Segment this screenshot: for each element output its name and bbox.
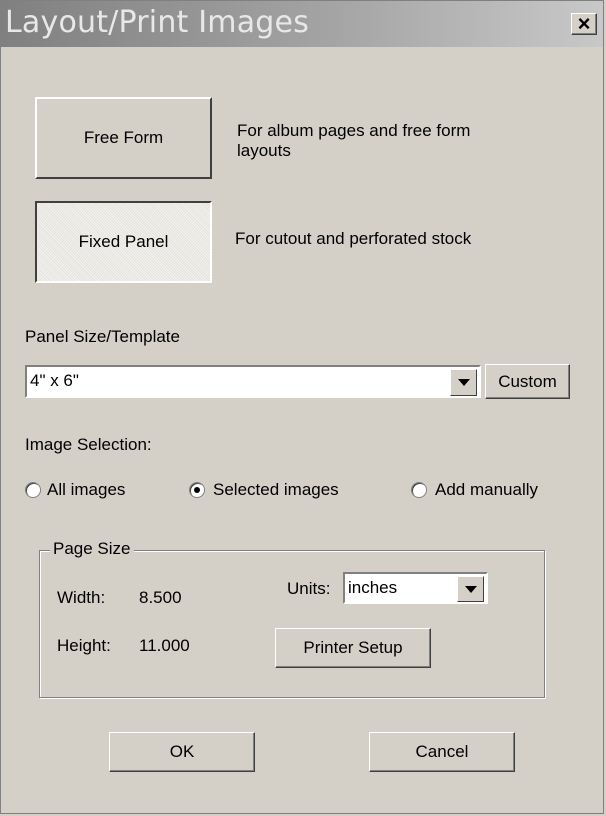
units-label: Units: [287, 579, 331, 598]
panel-size-value: 4" x 6" [30, 371, 79, 390]
radio-all-images-label[interactable]: All images [47, 480, 125, 500]
custom-button[interactable]: Custom [485, 364, 570, 399]
units-dropdown-button[interactable] [457, 576, 484, 602]
width-value: 8.500 [139, 588, 182, 607]
printer-setup-button[interactable]: Printer Setup [275, 628, 431, 668]
page-size-legend: Page Size [50, 539, 134, 559]
free-form-button[interactable]: Free Form [35, 97, 212, 179]
panel-size-dropdown-button[interactable] [450, 369, 477, 396]
radio-add-manually[interactable] [411, 482, 427, 498]
panel-size-select[interactable]: 4" x 6" [25, 365, 481, 398]
panel-size-label: Panel Size/Template [25, 327, 180, 346]
dialog-title: Layout/Print Images [5, 5, 310, 40]
image-selection-label: Image Selection: [25, 435, 152, 454]
radio-add-manually-label[interactable]: Add manually [435, 480, 538, 500]
units-select[interactable]: inches [343, 572, 488, 604]
units-value: inches [348, 578, 398, 597]
fixed-panel-button[interactable]: Fixed Panel [35, 201, 212, 283]
height-label: Height: [57, 636, 111, 655]
title-bar[interactable]: Layout/Print Images × [1, 1, 603, 47]
ok-button[interactable]: OK [109, 732, 255, 772]
radio-selected-images[interactable] [189, 482, 205, 498]
free-form-description-line1: For album pages and free form [237, 121, 471, 140]
radio-selected-images-label[interactable]: Selected images [213, 480, 339, 500]
cancel-button[interactable]: Cancel [369, 732, 515, 772]
close-icon: × [577, 11, 591, 36]
radio-all-images[interactable] [25, 482, 41, 498]
chevron-down-icon [458, 379, 470, 386]
layout-print-dialog: Layout/Print Images × Free Form For albu… [0, 0, 604, 814]
height-value: 11.000 [139, 636, 190, 655]
chevron-down-icon [465, 586, 477, 593]
close-button[interactable]: × [571, 11, 597, 36]
free-form-description-line2: layouts [237, 141, 291, 160]
width-label: Width: [57, 588, 106, 607]
free-form-description: For album pages and free form layouts [237, 121, 470, 161]
fixed-panel-description: For cutout and perforated stock [235, 229, 472, 248]
